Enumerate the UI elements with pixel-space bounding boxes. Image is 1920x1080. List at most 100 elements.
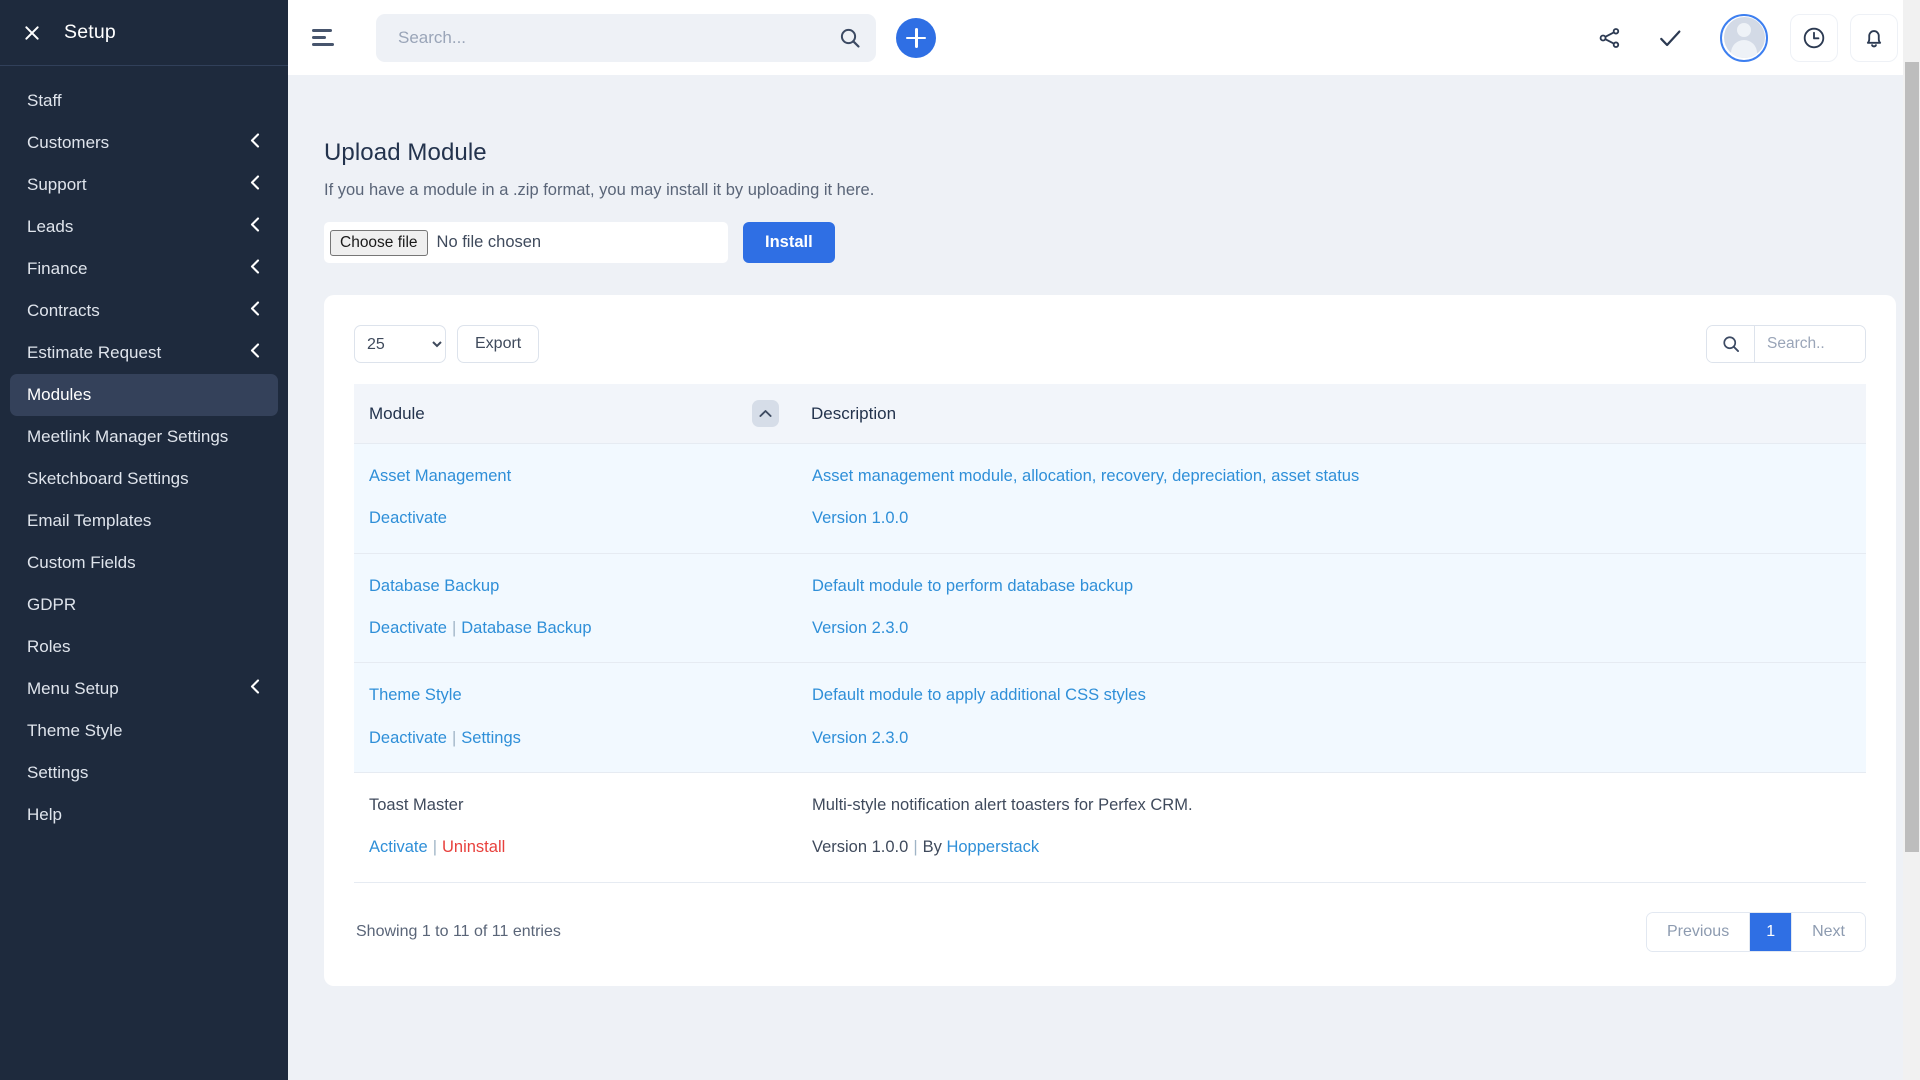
sidebar-item-label: Settings	[27, 763, 89, 782]
sidebar-item-staff[interactable]: Staff	[10, 80, 278, 122]
action-activate[interactable]: Activate	[369, 838, 428, 856]
table-controls: 102550100 Export	[354, 325, 1866, 363]
install-button[interactable]: Install	[743, 222, 835, 263]
column-header-module[interactable]: Module	[354, 384, 797, 444]
hamburger-icon[interactable]	[312, 24, 340, 52]
check-icon[interactable]	[1646, 14, 1694, 62]
cell-module: Database Backup Deactivate | Database Backu…	[354, 553, 797, 664]
sidebar-item-help[interactable]: Help	[10, 794, 278, 836]
module-version: Version 2.3.0	[812, 728, 909, 747]
chevron-left-icon	[250, 133, 260, 153]
page-length-select[interactable]: 102550100	[354, 325, 446, 363]
upload-subtitle: If you have a module in a .zip format, y…	[324, 181, 875, 199]
scrollbar-thumb[interactable]	[1905, 62, 1919, 852]
modules-table: Module Description Asset Management Deac…	[354, 384, 1866, 883]
module-version: Version 1.0.0	[812, 509, 909, 528]
sidebar-item-label: Support	[27, 175, 87, 194]
cell-module: Asset Management Deactivate	[354, 443, 797, 554]
module-description[interactable]: Default module to perform database backu…	[812, 571, 1852, 602]
sidebar-item-meetlink-manager-settings[interactable]: Meetlink Manager Settings	[10, 416, 278, 458]
sidebar-item-settings[interactable]: Settings	[10, 752, 278, 794]
module-description[interactable]: Asset management module, allocation, rec…	[812, 461, 1852, 492]
close-x-icon[interactable]	[22, 23, 42, 43]
file-input[interactable]: Choose file No file chosen	[324, 222, 728, 263]
topbar-actions	[1574, 13, 1898, 62]
sidebar-item-label: Theme Style	[27, 721, 123, 740]
cell-description: Default module to perform database backu…	[797, 553, 1866, 664]
sidebar-item-sketchboard-settings[interactable]: Sketchboard Settings	[10, 458, 278, 500]
sidebar-item-gdpr[interactable]: GDPR	[10, 584, 278, 626]
clock-icon[interactable]	[1790, 13, 1838, 62]
sidebar-item-finance[interactable]: Finance	[10, 248, 278, 290]
upload-row: Choose file No file chosen Install	[324, 222, 1896, 263]
module-author[interactable]: Hopperstack	[946, 838, 1039, 856]
module-actions: Deactivate | Database Backup	[369, 613, 783, 644]
pagination: Previous 1 Next	[1645, 911, 1866, 952]
sidebar-item-custom-fields[interactable]: Custom Fields	[10, 542, 278, 584]
add-button[interactable]	[896, 17, 936, 58]
action-uninstall[interactable]: Uninstall	[442, 838, 505, 856]
table-row: Database Backup Deactivate | Database Backu…	[354, 553, 1866, 664]
page-scrollbar[interactable]	[1903, 0, 1920, 1080]
search-input[interactable]	[398, 27, 838, 48]
chevron-left-icon	[250, 679, 260, 699]
sidebar-item-menu-setup[interactable]: Menu Setup	[10, 668, 278, 710]
column-header-description-label: Description	[811, 403, 897, 423]
sidebar-item-label: Menu Setup	[27, 679, 119, 698]
table-row: Toast Master Activate | Uninstall Multi-styl…	[354, 772, 1866, 883]
action-deactivate[interactable]: Deactivate	[369, 729, 447, 747]
action-settings[interactable]: Settings	[461, 729, 521, 747]
cell-description: Multi-style notification alert toasters …	[797, 772, 1866, 883]
module-name[interactable]: Asset Management	[369, 461, 783, 492]
search-icon[interactable]	[838, 26, 862, 50]
module-version: Version 1.0.0	[812, 838, 909, 857]
sidebar-item-label: Custom Fields	[27, 553, 136, 572]
sidebar-item-support[interactable]: Support	[10, 164, 278, 206]
table-search[interactable]	[1706, 325, 1866, 363]
action-separator: |	[432, 838, 437, 857]
sidebar-item-label: Modules	[27, 385, 92, 404]
module-actions: Activate | Uninstall	[369, 832, 783, 863]
export-button[interactable]: Export	[457, 325, 540, 363]
plus-icon	[906, 27, 926, 48]
sidebar-item-customers[interactable]: Customers	[10, 122, 278, 164]
share-icon[interactable]	[1586, 14, 1634, 62]
action-deactivate[interactable]: Deactivate	[369, 509, 447, 527]
module-name[interactable]: Database Backup	[369, 571, 783, 602]
chevron-up-icon[interactable]	[752, 400, 779, 427]
top-bar	[288, 0, 1920, 75]
pagination-previous[interactable]: Previous	[1646, 912, 1751, 951]
table-search-icon[interactable]	[1707, 326, 1755, 362]
content-area: Upload Module If you have a module in a …	[288, 75, 1920, 1080]
module-version-line: Version 1.0.0 | By Hopperstack	[812, 832, 1852, 863]
cell-module: Theme Style Deactivate | Settings	[354, 662, 797, 774]
pagination-page-1[interactable]: 1	[1750, 912, 1793, 951]
sidebar-item-label: Roles	[27, 637, 71, 656]
sidebar-nav: Staff Customers Support Leads Finance Contrac…	[0, 66, 288, 1080]
action-deactivate[interactable]: Deactivate	[369, 619, 447, 637]
pagination-next[interactable]: Next	[1792, 912, 1865, 951]
sidebar-item-email-templates[interactable]: Email Templates	[10, 500, 278, 542]
sidebar-item-contracts[interactable]: Contracts	[10, 290, 278, 332]
column-header-description[interactable]: Description	[797, 384, 1866, 444]
main-area: Upload Module If you have a module in a …	[288, 0, 1920, 1080]
cell-description: Asset management module, allocation, rec…	[797, 443, 1866, 554]
module-version-line: Version 2.3.0	[812, 723, 1852, 754]
action-database-backup[interactable]: Database Backup	[461, 619, 591, 637]
table-row: Theme Style Deactivate | Settings Default mo…	[354, 662, 1866, 774]
table-header-row: Module Description	[354, 384, 1866, 444]
bell-icon[interactable]	[1850, 13, 1898, 62]
global-search[interactable]	[376, 13, 876, 62]
sidebar-item-roles[interactable]: Roles	[10, 626, 278, 668]
avatar[interactable]	[1720, 13, 1768, 62]
sidebar-item-theme-style[interactable]: Theme Style	[10, 710, 278, 752]
sidebar-item-modules[interactable]: Modules	[10, 374, 278, 416]
sidebar-item-label: Estimate Request	[27, 343, 162, 362]
table-search-input[interactable]	[1755, 326, 1865, 362]
sidebar-item-leads[interactable]: Leads	[10, 206, 278, 248]
table-row: Asset Management Deactivate Asset manageme…	[354, 443, 1866, 554]
sidebar-item-estimate-request[interactable]: Estimate Request	[10, 332, 278, 374]
module-description[interactable]: Default module to apply additional CSS s…	[812, 680, 1852, 711]
module-name[interactable]: Theme Style	[369, 680, 783, 711]
choose-file-button[interactable]: Choose file	[330, 229, 428, 256]
